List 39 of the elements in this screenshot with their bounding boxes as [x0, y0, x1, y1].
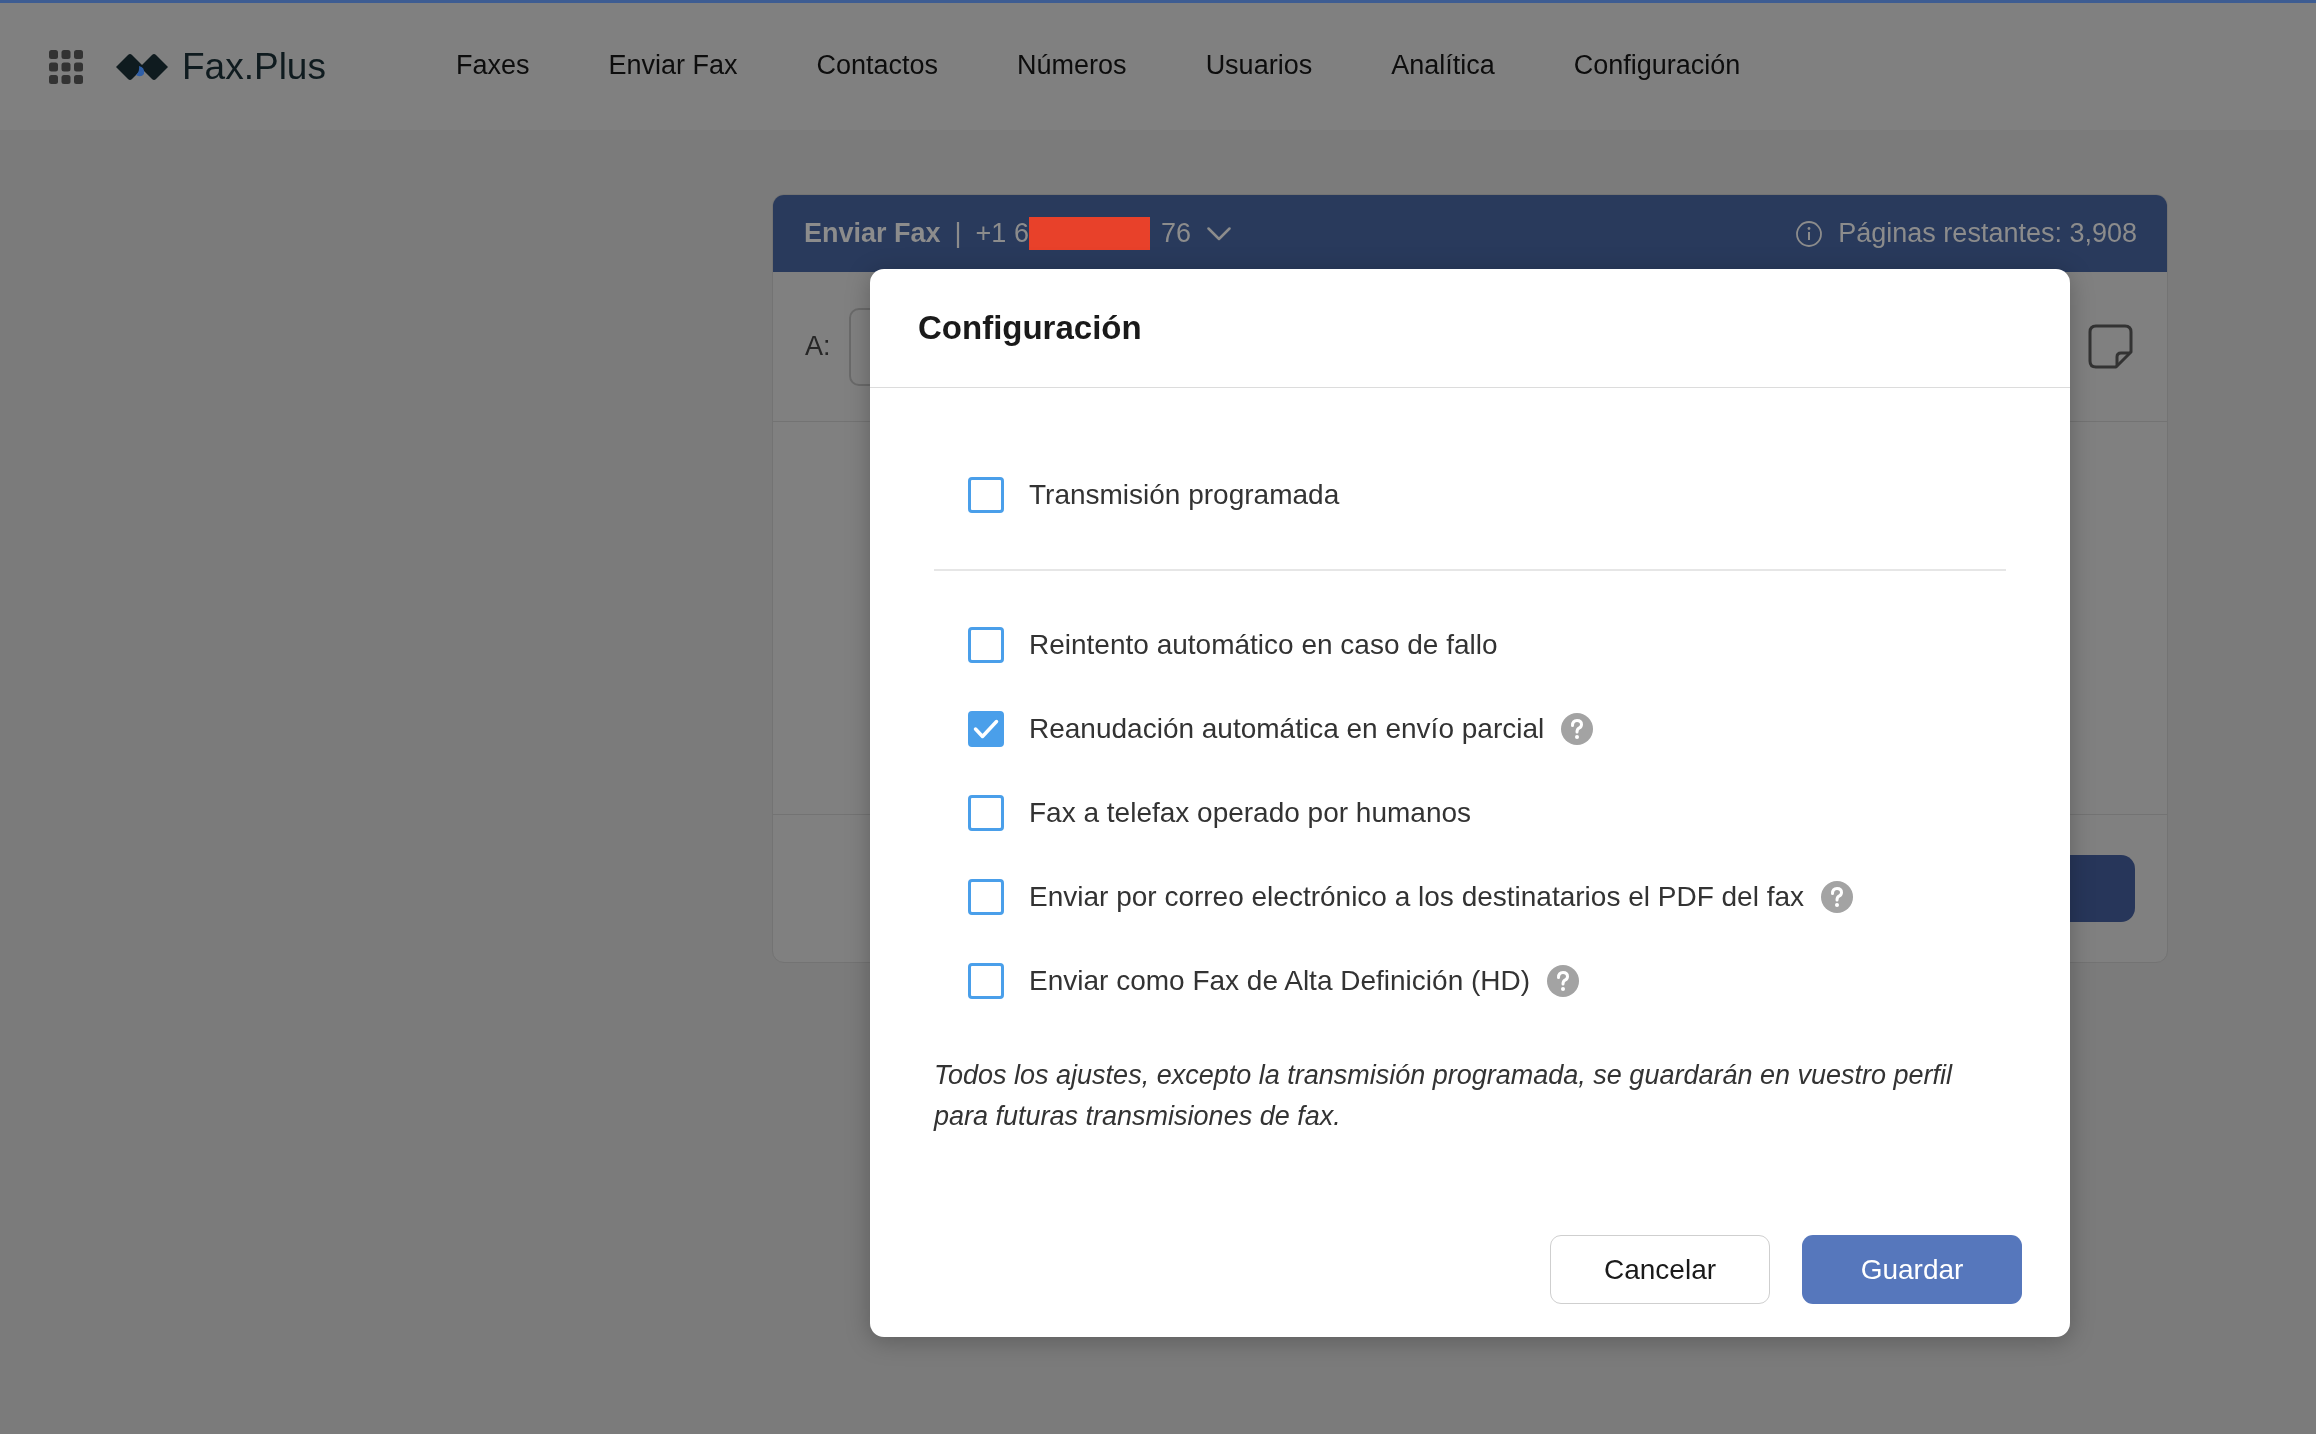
option-label: Reintento automático en caso de fallo [1029, 629, 1498, 661]
nav-link[interactable]: Contactos [816, 45, 939, 88]
nav-link[interactable]: Enviar Fax [608, 45, 738, 88]
chevron-down-icon[interactable] [1206, 226, 1231, 241]
pages-remaining-text: Páginas restantes: 3,908 [1838, 218, 2137, 249]
card-title: Enviar Fax [804, 218, 941, 249]
help-icon[interactable] [1821, 881, 1854, 913]
nav-link[interactable]: Configuración [1573, 45, 1741, 88]
cancel-button[interactable]: Cancelar [1550, 1235, 1770, 1304]
nav-link[interactable]: Analítica [1391, 45, 1495, 88]
logo-icon [115, 51, 169, 82]
checkbox[interactable] [968, 963, 1004, 999]
recipient-label: A: [805, 331, 831, 362]
option-label: Fax a telefax operado por humanos [1029, 797, 1472, 829]
nav-link[interactable]: Usuarios [1205, 45, 1313, 88]
phone-number-start: +1 6 [975, 218, 1029, 249]
save-button[interactable]: Guardar [1802, 1235, 2022, 1304]
help-icon[interactable] [1547, 965, 1580, 997]
help-icon[interactable] [1561, 713, 1594, 745]
settings-note: Todos los ajustes, excepto la transmisión programada, se guardarán en vuestro perfil para futuras transmisiones de fax. [934, 1059, 1954, 1133]
dialog-title: Configuración [918, 309, 1142, 347]
checkbox[interactable] [968, 627, 1004, 663]
checkbox[interactable] [968, 711, 1004, 747]
logo-text: Fax.Plus [182, 45, 326, 88]
nav-link[interactable]: Números [1017, 45, 1127, 88]
info-icon[interactable] [1796, 220, 1823, 247]
checkmark-icon [973, 718, 999, 740]
separator-text: | [954, 218, 962, 249]
phone-number-end: 76 [1160, 218, 1191, 249]
option-label: Reanudación automática en envío parcial [1029, 713, 1545, 745]
app-grid-icon[interactable] [49, 49, 83, 84]
checkbox[interactable] [968, 795, 1004, 831]
nav-link[interactable]: Faxes [455, 45, 530, 88]
option-label: Transmisión programada [1029, 479, 1340, 511]
option-label: Enviar por correo electrónico a los destinatarios el PDF del fax [1029, 881, 1805, 913]
sticky-note-icon[interactable] [2088, 324, 2133, 369]
checkbox[interactable] [968, 879, 1004, 915]
option-label: Enviar como Fax de Alta Definición (HD) [1029, 965, 1531, 997]
checkbox[interactable] [968, 477, 1004, 513]
